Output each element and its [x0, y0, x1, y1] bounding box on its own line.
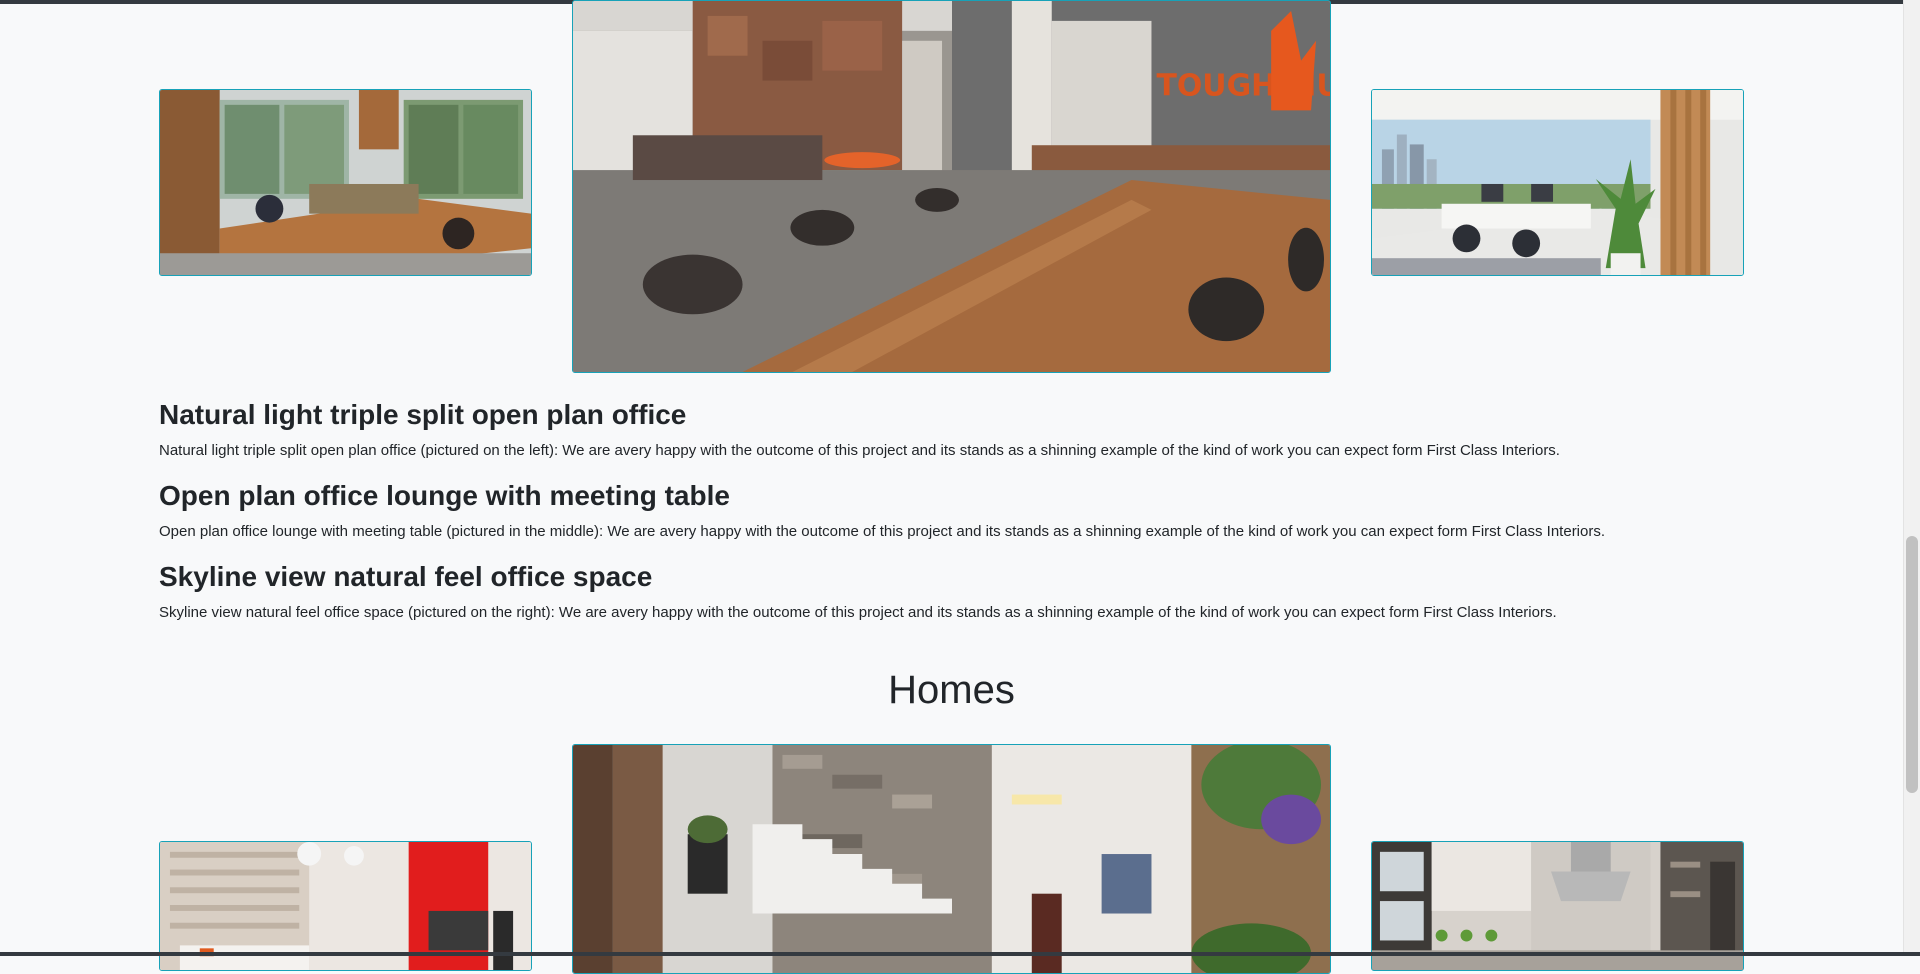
office-caption-text-3: Skyline view natural feel office space (…: [159, 604, 1557, 621]
office-image-left[interactable]: [159, 89, 532, 276]
home-image-middle[interactable]: [572, 744, 1331, 974]
office-lounge-photo: TOUGH MUDDER: [573, 1, 1330, 372]
scrollbar-thumb[interactable]: [1906, 536, 1918, 793]
office-caption-text-1: Natural light triple split open plan off…: [159, 442, 1560, 459]
office-image-middle[interactable]: TOUGH MUDDER: [572, 0, 1331, 373]
skyline-office-photo: [1372, 90, 1743, 275]
office-desk-photo: [160, 90, 531, 275]
page-content: TOUGH MUDDER: [0, 0, 1903, 974]
browser-bottom-edge: [0, 952, 1920, 956]
office-image-right[interactable]: [1371, 89, 1744, 276]
kitchen-photo: [1372, 842, 1743, 970]
office-caption-text-2: Open plan office lounge with meeting tab…: [159, 523, 1606, 540]
homes-heading: Homes: [888, 668, 1015, 712]
office-caption-title-2: Open plan office lounge with meeting tab…: [159, 480, 730, 511]
living-room-photo: [160, 842, 531, 970]
vertical-scrollbar[interactable]: [1903, 0, 1920, 956]
office-caption-title-3: Skyline view natural feel office space: [159, 561, 653, 592]
office-caption-title-1: Natural light triple split open plan off…: [159, 399, 687, 430]
staircase-interior-photo: [573, 745, 1330, 973]
